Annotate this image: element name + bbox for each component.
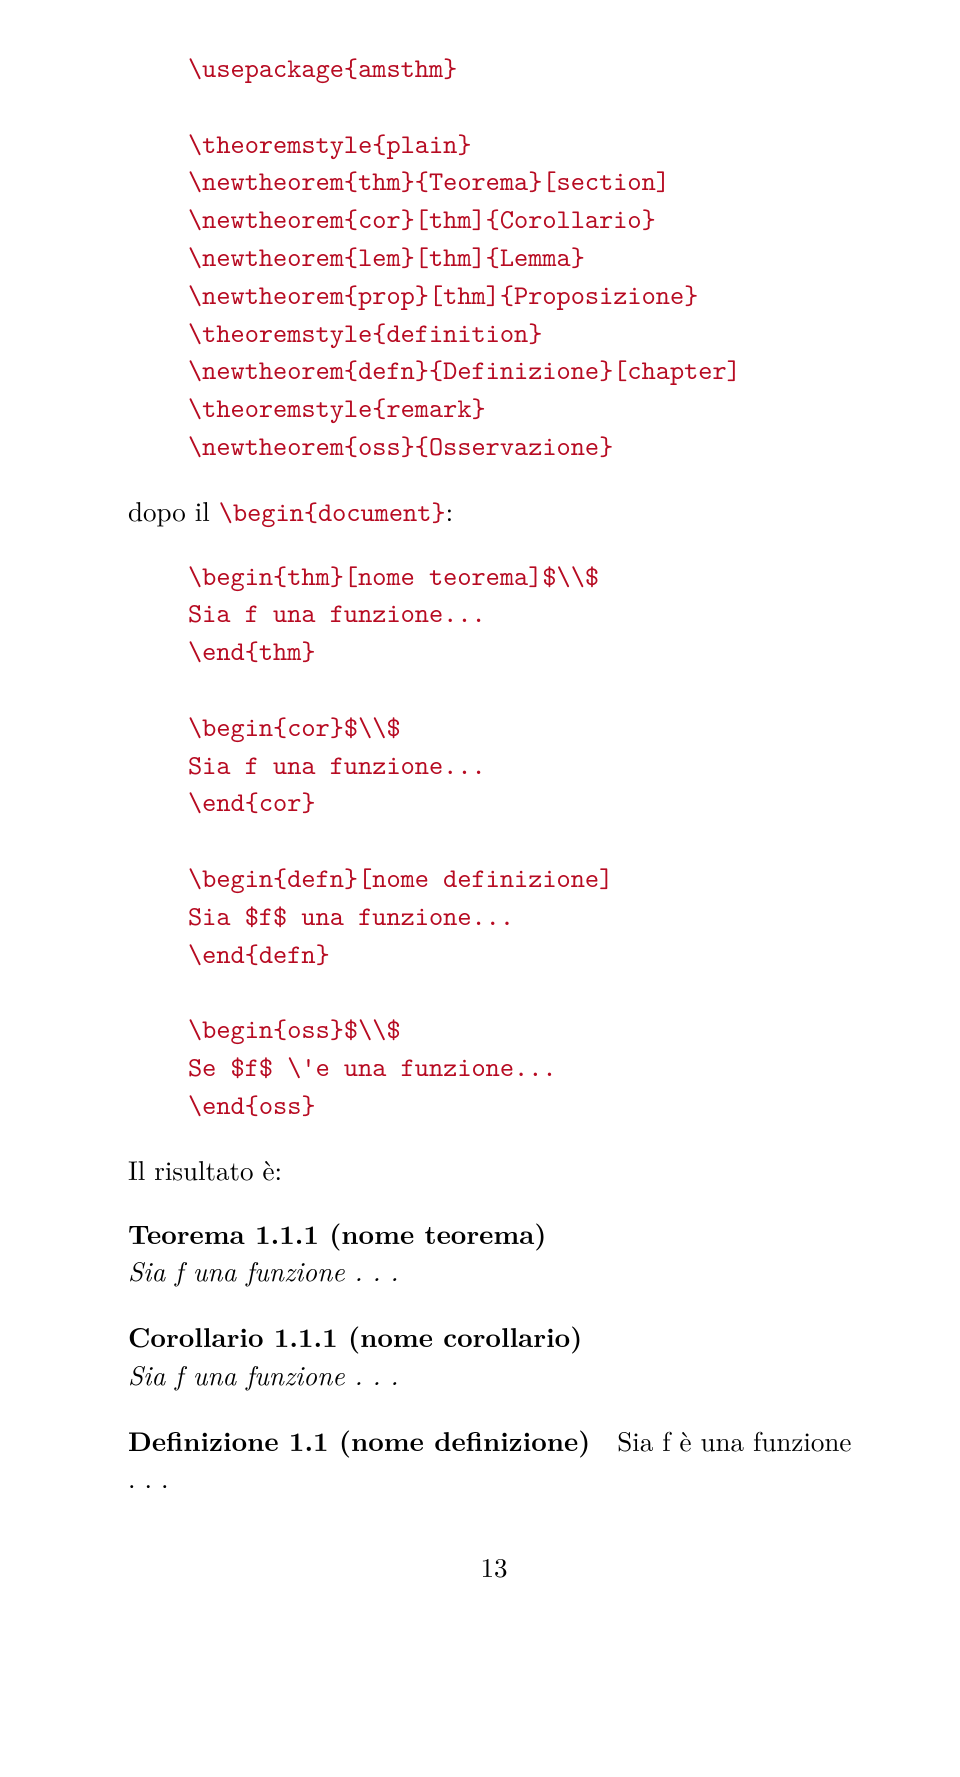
paragraph-result-label: Il risultato è: — [128, 1151, 860, 1188]
paragraph-after-preamble: dopo il \begin{document}: — [128, 492, 860, 532]
corollary-1-heading: Corollario 1.1.1 (nome corollario) — [128, 1316, 582, 1355]
definition-1-heading: Definizione 1.1 (nome definizione) — [128, 1420, 590, 1459]
text-prefix: dopo il — [128, 491, 219, 529]
code-block-body: \begin{thm}[nome teorema]$\\$ Sia f una … — [128, 558, 860, 1125]
text-suffix: : — [446, 491, 454, 529]
theorem-1-body: Sia f una funzione . . . — [128, 1252, 860, 1289]
inline-code-begin-document: \begin{document} — [219, 494, 446, 530]
theorem-1-heading: Teorema 1.1.1 (nome teorema) — [128, 1213, 546, 1252]
page-number: 13 — [128, 1548, 860, 1585]
theorem-block-1: Teorema 1.1.1 (nome teorema) Sia f una f… — [128, 1214, 860, 1290]
code-block-preamble: \usepackage{amsthm} \theoremstyle{plain}… — [128, 50, 860, 466]
definition-block-1: Definizione 1.1 (nome definizione) Sia f… — [128, 1421, 860, 1497]
corollary-1-body: Sia f una funzione . . . — [128, 1356, 860, 1393]
corollary-block-1: Corollario 1.1.1 (nome corollario) Sia f… — [128, 1317, 860, 1393]
